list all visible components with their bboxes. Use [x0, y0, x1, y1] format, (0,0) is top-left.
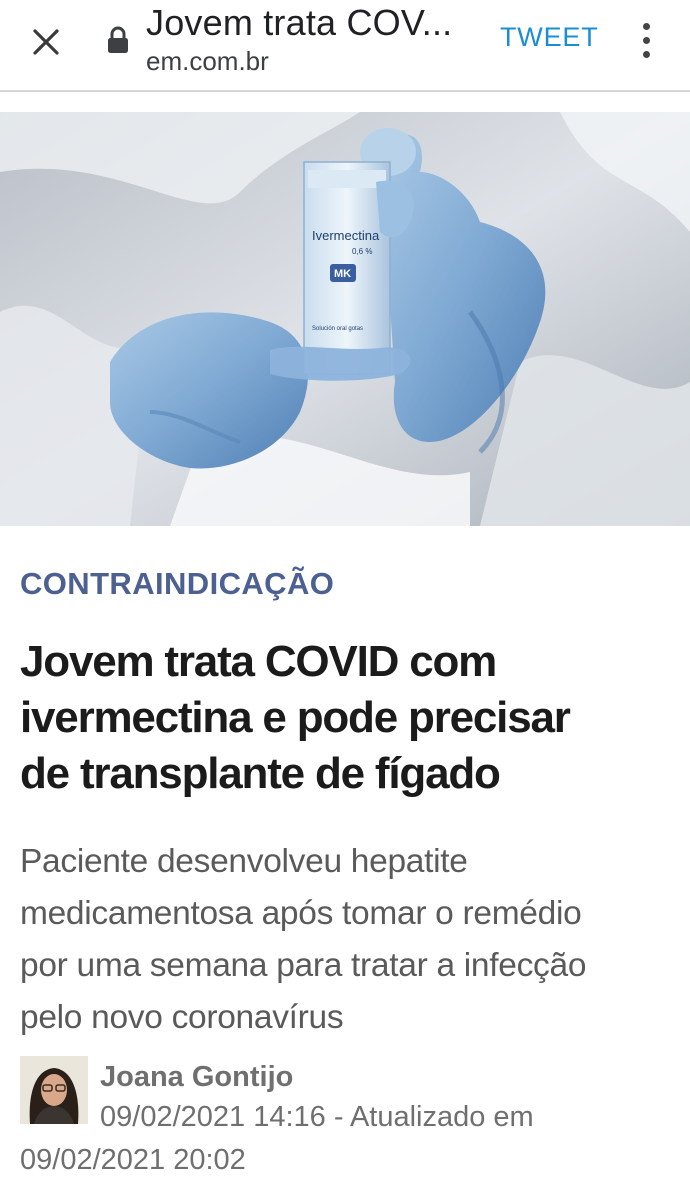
- close-button[interactable]: [22, 18, 70, 66]
- lock-icon: [108, 26, 128, 53]
- close-icon: [33, 29, 59, 55]
- tweet-button[interactable]: TWEET: [500, 22, 599, 62]
- author-name[interactable]: Joana Gontijo: [100, 1061, 293, 1094]
- updated-timestamp: 09/02/2021 20:02: [20, 1144, 246, 1176]
- headline-line: de transplante de fígado: [20, 749, 501, 798]
- article-kicker[interactable]: CONTRAINDICAÇÃO: [20, 566, 334, 602]
- subhead-line: medicamentosa após tomar o remédio: [20, 895, 582, 932]
- article-subheadline: Paciente desenvolveu hepatite medicament…: [20, 836, 680, 1044]
- article-hero-image: Ivermectina 0,6 % MK Solución oral gotas: [0, 112, 690, 526]
- page-title: Jovem trata COV...: [146, 2, 453, 43]
- bottle-label: Ivermectina: [312, 228, 380, 243]
- browser-toolbar: Jovem trata COV... em.com.br TWEET: [0, 0, 690, 92]
- headline-line: Jovem trata COVID com: [20, 637, 497, 686]
- headline-line: ivermectina e pode precisar: [20, 693, 571, 742]
- article-headline: Jovem trata COVID com ivermectina e pode…: [20, 634, 680, 802]
- page-domain: em.com.br: [146, 46, 269, 76]
- bottle-brand: MK: [334, 268, 351, 280]
- subhead-line: por uma semana para tratar a infecção: [20, 947, 587, 984]
- subhead-line: Paciente desenvolveu hepatite: [20, 843, 468, 880]
- bottle-subtext: Solución oral gotas: [312, 326, 363, 332]
- subhead-line: pelo novo coronavírus: [20, 999, 344, 1036]
- published-timestamp: 09/02/2021 14:16 - Atualizado em: [100, 1101, 534, 1133]
- more-vert-icon[interactable]: [628, 18, 664, 62]
- author-avatar[interactable]: [20, 1056, 88, 1124]
- bottle-concentration: 0,6 %: [352, 247, 372, 256]
